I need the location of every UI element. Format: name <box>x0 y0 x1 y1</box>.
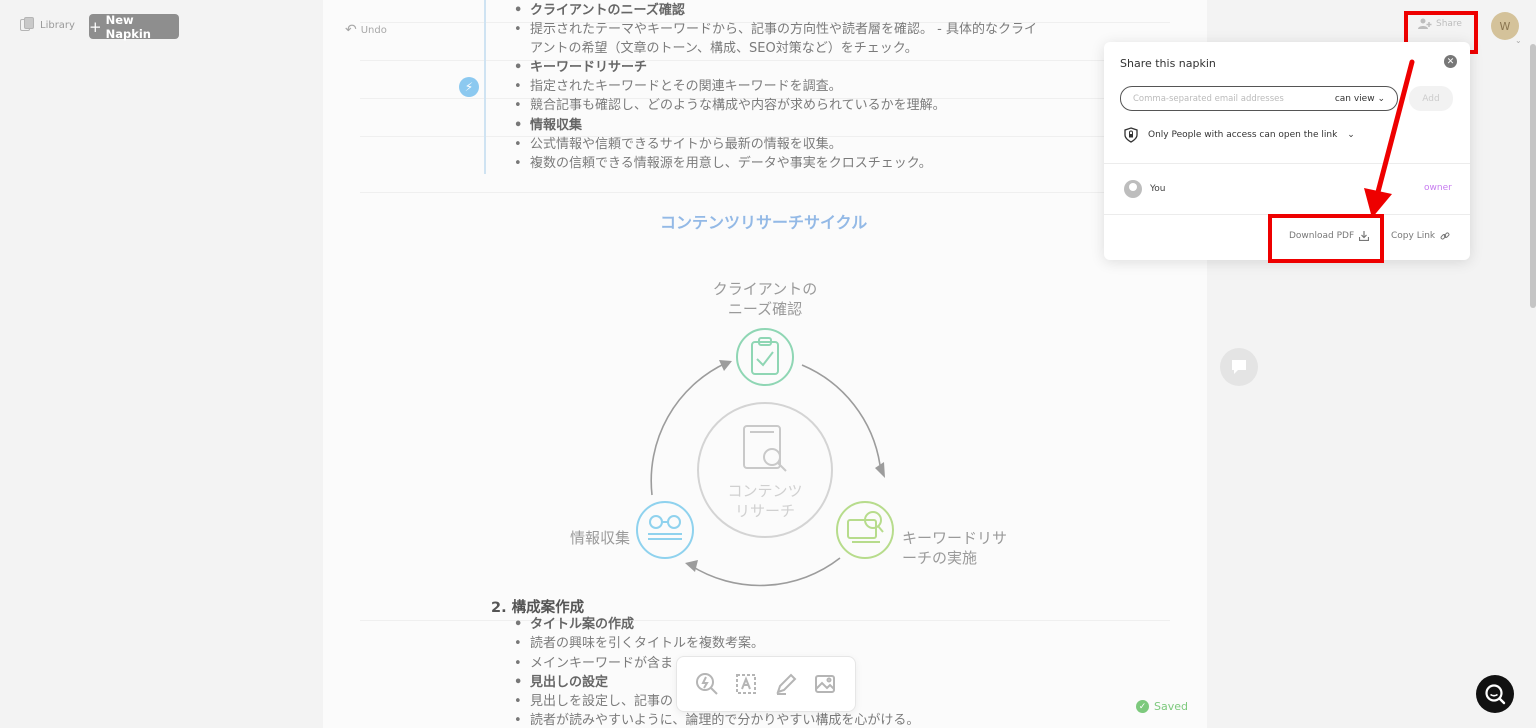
app-root: Library + New Napkin ↶ Undo ⚡ クライアントのニーズ… <box>0 0 1536 728</box>
chat-search-icon <box>1485 684 1506 705</box>
annotation-arrow <box>1364 59 1415 218</box>
scrollbar-thumb[interactable] <box>1530 44 1536 308</box>
chat-button[interactable] <box>1476 675 1514 713</box>
